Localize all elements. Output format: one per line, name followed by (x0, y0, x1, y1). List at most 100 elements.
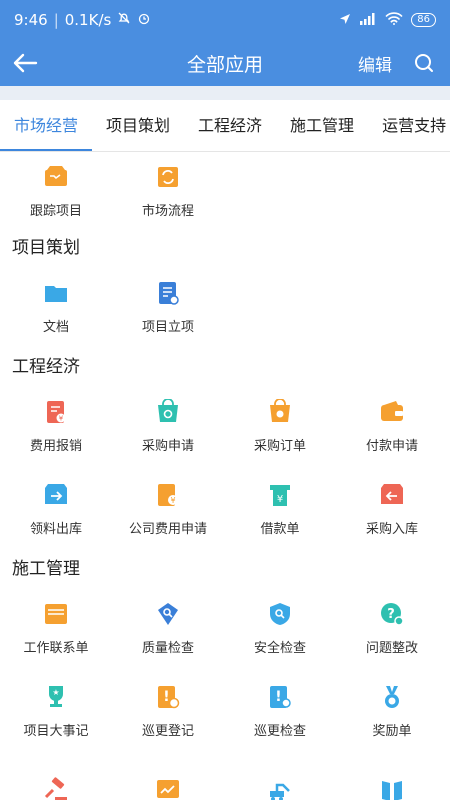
location-icon (339, 13, 351, 28)
chart-board-icon (155, 777, 181, 800)
svg-text:!: ! (163, 689, 169, 705)
outbound-icon (43, 482, 69, 508)
wifi-icon (385, 12, 403, 28)
app-tile-label: 安全检查 (253, 641, 306, 656)
app-tile-label: 工作联系单 (23, 641, 89, 656)
app-tile-label: 公司费用申请 (128, 522, 207, 537)
app-tile[interactable]: ! 巡更检查 (224, 670, 336, 753)
project-setup-icon (155, 280, 181, 306)
tab-market[interactable]: 市场经营 (0, 100, 93, 151)
app-grid: 跟踪项目 市场流程 (0, 152, 450, 230)
app-tile[interactable]: ¥ 费用报销 (0, 385, 112, 468)
excavator-icon (267, 777, 293, 800)
inbound-icon (379, 482, 405, 508)
safety-check-icon (267, 601, 293, 627)
app-list: 跟踪项目 市场流程项目策划文档 项目立项工程经济 ¥ 费用报销 采购申请 采购订单 付款申请领… (0, 152, 450, 800)
svg-text:★: ★ (52, 688, 59, 697)
purchase-order-icon (267, 399, 293, 425)
app-tile-label: 采购申请 (141, 439, 194, 454)
search-button[interactable] (406, 53, 442, 73)
app-tile-label: 奖励单 (372, 724, 412, 739)
tab-economics[interactable]: 工程经济 (184, 100, 276, 151)
app-section: 施工管理 工作联系单 质量检查 安全检查 ? 问题整改 ★ 项目大事记! 巡更登记! 巡更检查 奖励… (0, 551, 450, 800)
app-tile[interactable]: ? 问题整改 (336, 587, 448, 670)
app-tile[interactable]: ¥ 借款单 (224, 468, 336, 551)
app-tile[interactable]: 项目立项 (112, 266, 224, 349)
app-tile[interactable]: 奖励单 (336, 670, 448, 753)
network-speed: 0.1K/s (64, 11, 112, 29)
app-tile-label: 采购入库 (365, 522, 418, 537)
app-tile-label: 质量检查 (141, 641, 194, 656)
app-tile[interactable]: 质量检查 (112, 587, 224, 670)
question-icon: ? (379, 601, 405, 627)
app-tile-label: 采购订单 (253, 439, 306, 454)
patrol-check-icon: ! (267, 684, 293, 710)
app-tile-label: 市场流程 (141, 203, 194, 219)
app-tile-label: 文档 (42, 320, 69, 335)
tab-planning[interactable]: 项目策划 (92, 100, 184, 151)
section-title: 项目策划 (12, 238, 80, 258)
app-tile-label: 跟踪项目 (29, 203, 82, 219)
app-grid: 工作联系单 质量检查 安全检查 ? 问题整改 ★ 项目大事记! 巡更登记! 巡更检查 奖励单 (0, 587, 450, 800)
app-tile[interactable]: 领料出库 (0, 468, 112, 551)
header-divider (0, 86, 450, 100)
patrol-register-icon: ! (155, 684, 181, 710)
app-tile[interactable]: 文档 (0, 266, 112, 349)
status-bar: 9:46 | 0.1K/s 86 (0, 0, 450, 40)
alarm-icon (137, 11, 151, 29)
section-title: 施工管理 (12, 559, 80, 579)
app-bar: 全部应用 编辑 (0, 40, 450, 86)
loan-icon: ¥ (267, 482, 293, 508)
app-tile[interactable] (224, 753, 336, 800)
app-tile[interactable]: ! 巡更登记 (112, 670, 224, 753)
section-title: 工程经济 (12, 357, 80, 377)
svg-text:!: ! (275, 689, 281, 705)
app-tile[interactable]: 工作联系单 (0, 587, 112, 670)
quality-check-icon (155, 601, 181, 627)
trophy-icon: ★ (43, 684, 69, 710)
app-section: 项目策划文档 项目立项 (0, 230, 450, 349)
app-tile[interactable]: 市场流程 (112, 152, 224, 230)
app-tile[interactable] (0, 753, 112, 800)
app-tile[interactable] (112, 753, 224, 800)
svg-text:¥: ¥ (277, 494, 283, 505)
svg-text:?: ? (387, 607, 395, 622)
app-tile-label: 项目大事记 (23, 724, 89, 739)
app-tile[interactable]: 采购入库 (336, 468, 448, 551)
app-tile-label: 巡更登记 (141, 724, 194, 739)
app-tile[interactable]: 采购订单 (224, 385, 336, 468)
tab-operations[interactable]: 运营支持 (368, 100, 450, 151)
app-tile-label: 借款单 (260, 522, 300, 537)
status-time: 9:46 (14, 11, 48, 29)
svg-text:¥: ¥ (59, 415, 64, 423)
app-section: 工程经济 ¥ 费用报销 采购申请 采购订单 付款申请领料出库 ¥ 公司费用申请 ¥ 借款单 采购入库 (0, 349, 450, 551)
battery-indicator: 86 (411, 13, 436, 27)
app-tile[interactable]: 付款申请 (336, 385, 448, 468)
svg-text:¥: ¥ (170, 496, 175, 505)
search-icon (415, 54, 433, 72)
back-button[interactable] (0, 40, 50, 86)
tab-construction[interactable]: 施工管理 (276, 100, 368, 151)
company-expense-icon: ¥ (155, 482, 181, 508)
status-divider: | (53, 11, 59, 29)
app-tile[interactable]: ★ 项目大事记 (0, 670, 112, 753)
app-tile[interactable] (336, 753, 448, 800)
app-tile[interactable]: 采购申请 (112, 385, 224, 468)
app-tile-label: 费用报销 (29, 439, 82, 454)
app-tile[interactable]: ¥ 公司费用申请 (112, 468, 224, 551)
app-tile[interactable]: 安全检查 (224, 587, 336, 670)
mute-icon (117, 11, 131, 29)
app-section: 跟踪项目 市场流程 (0, 152, 450, 230)
edit-button[interactable]: 编辑 (344, 51, 406, 76)
gavel-icon (43, 776, 69, 800)
app-tile-label: 领料出库 (29, 522, 82, 537)
folder-icon (43, 280, 69, 306)
app-grid: ¥ 费用报销 采购申请 采购订单 付款申请领料出库 ¥ 公司费用申请 ¥ 借款单 采购入库 (0, 385, 450, 551)
app-tile-label: 巡更检查 (253, 724, 306, 739)
app-tile[interactable]: 跟踪项目 (0, 152, 112, 230)
expense-icon: ¥ (43, 399, 69, 425)
wallet-icon (379, 399, 405, 425)
medal-icon (379, 684, 405, 710)
purchase-request-icon (155, 399, 181, 425)
app-tile-label: 项目立项 (141, 320, 194, 335)
